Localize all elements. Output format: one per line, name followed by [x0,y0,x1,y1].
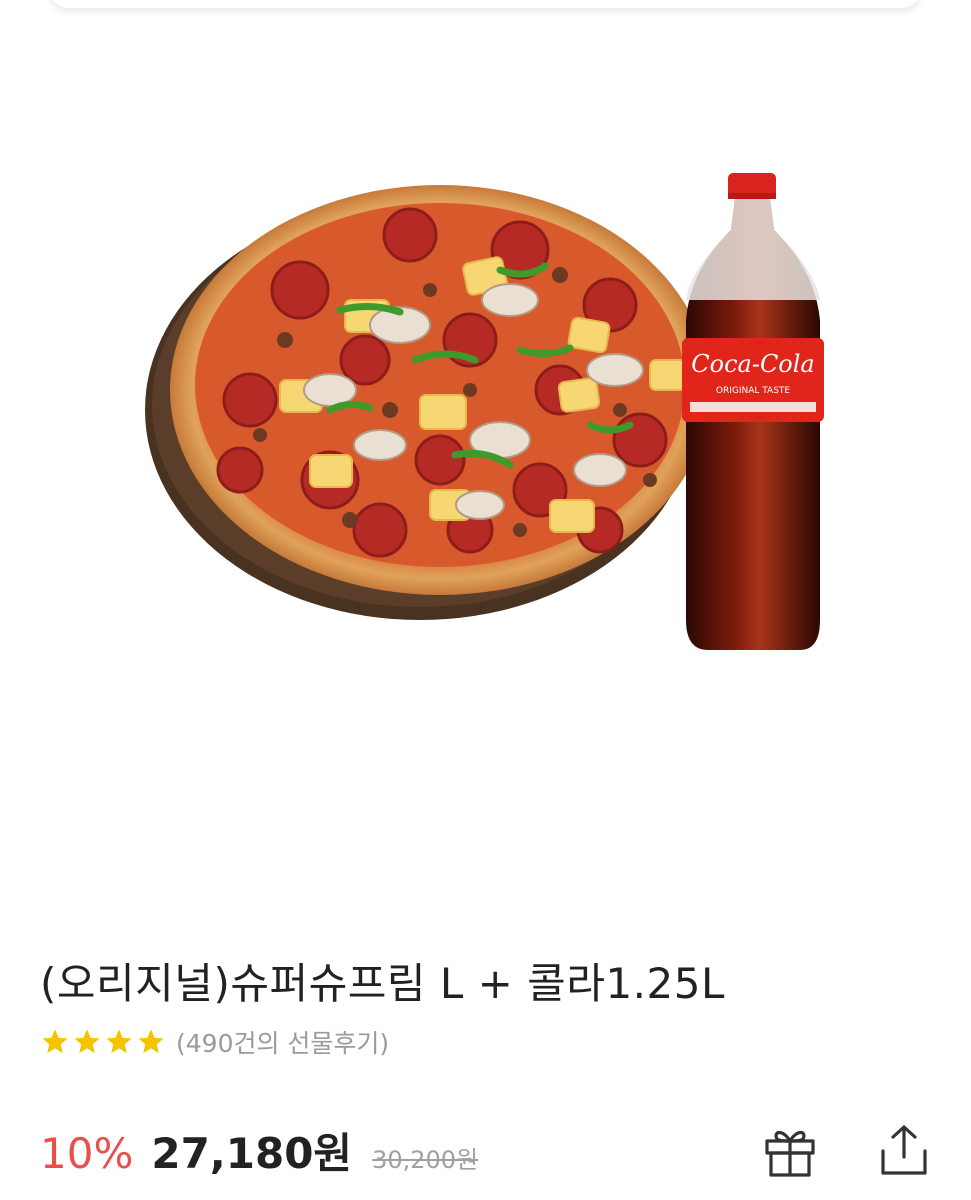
top-sheet-edge [50,0,920,8]
rating-row[interactable]: (490건의 선물후기) [40,1022,389,1062]
star-icon [138,1029,164,1054]
star-icon [42,1029,68,1054]
gift-icon [765,1130,815,1177]
pizza-and-cola-illustration: Coca-Cola ORIGINAL TASTE [145,173,824,650]
product-image: Coca-Cola ORIGINAL TASTE [0,60,971,860]
share-icon [881,1125,927,1175]
cola-bottle: Coca-Cola ORIGINAL TASTE [682,173,824,650]
gift-button[interactable] [758,1118,822,1182]
svg-text:Coca-Cola: Coca-Cola [691,350,814,378]
review-count-link[interactable]: (490건의 선물후기) [176,1024,389,1060]
star-rating [40,1027,166,1057]
sale-price: 27,180원 [151,1129,353,1178]
star-icon [74,1029,100,1054]
original-price: 30,200원 [372,1146,479,1174]
share-button[interactable] [872,1118,936,1182]
star-icon [106,1029,132,1054]
svg-text:ORIGINAL TASTE: ORIGINAL TASTE [716,386,791,396]
product-title: (오리지널)슈퍼슈프림 L + 콜라1.25L [40,959,725,1008]
price-row: 10% 27,180원 30,200원 [40,1120,478,1180]
discount-rate: 10% [40,1129,134,1178]
